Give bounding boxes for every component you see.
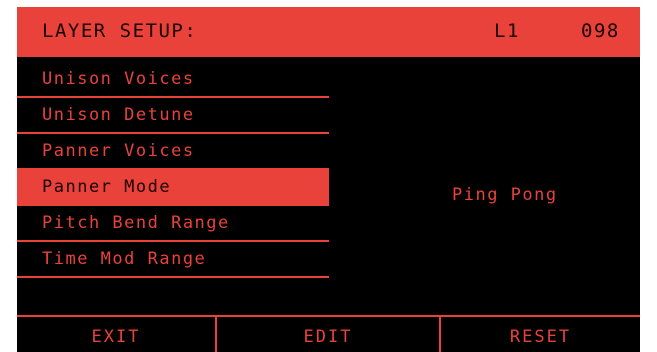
edit-button[interactable]: EDIT xyxy=(217,317,441,352)
softkey-bar: EXIT EDIT RESET xyxy=(17,315,640,352)
menu-item-label: Panner Voices xyxy=(42,141,195,161)
menu-item-unison-detune[interactable]: Unison Detune xyxy=(17,98,329,134)
parameter-value[interactable]: Ping Pong xyxy=(452,185,558,205)
menu-item-label: Unison Detune xyxy=(42,105,195,125)
preset-number: 098 xyxy=(581,20,620,42)
menu-item-panner-mode[interactable]: Panner Mode xyxy=(17,170,329,206)
menu-item-label: Panner Mode xyxy=(42,177,172,197)
exit-button[interactable]: EXIT xyxy=(17,317,217,352)
header-bar: LAYER SETUP: L1 098 xyxy=(17,7,640,57)
menu-item-label: Time Mod Range xyxy=(42,249,207,269)
parameter-menu: Unison Voices Unison Detune Panner Voice… xyxy=(17,62,329,278)
menu-item-unison-voices[interactable]: Unison Voices xyxy=(17,62,329,98)
menu-item-label: Pitch Bend Range xyxy=(42,213,230,233)
menu-item-time-mod-range[interactable]: Time Mod Range xyxy=(17,242,329,278)
reset-button[interactable]: RESET xyxy=(441,317,640,352)
page-title: LAYER SETUP: xyxy=(42,20,198,42)
device-screen: LAYER SETUP: L1 098 Unison Voices Unison… xyxy=(17,7,640,352)
layer-indicator: L1 xyxy=(494,20,520,42)
menu-item-pitch-bend-range[interactable]: Pitch Bend Range xyxy=(17,206,329,242)
menu-item-label: Unison Voices xyxy=(42,69,195,89)
menu-item-panner-voices[interactable]: Panner Voices xyxy=(17,134,329,170)
